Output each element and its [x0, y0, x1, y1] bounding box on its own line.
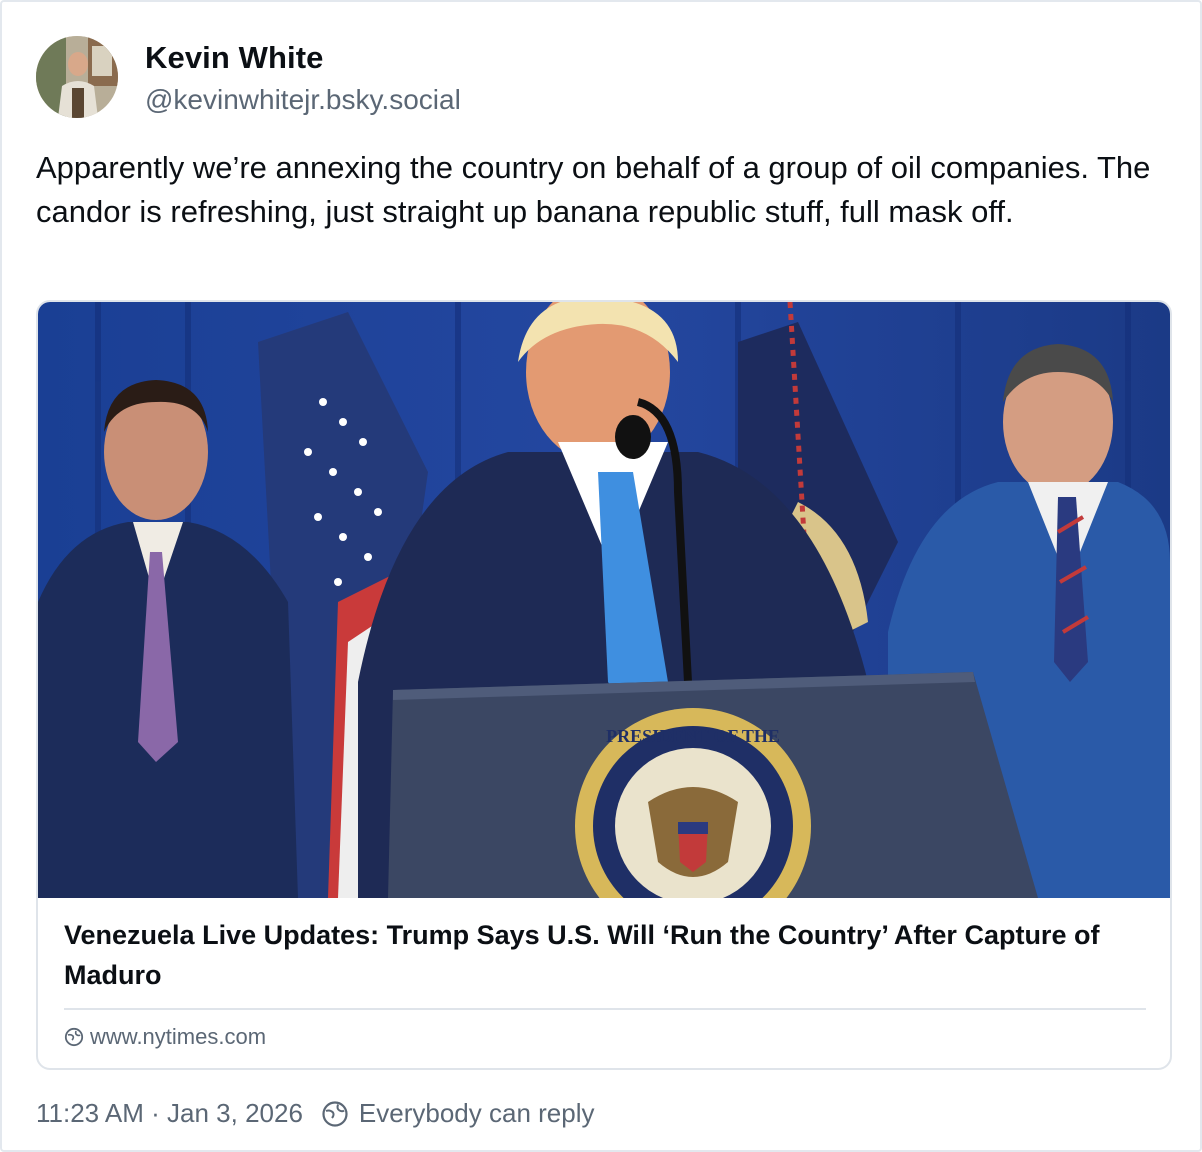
author-handle[interactable]: @kevinwhitejr.bsky.social: [145, 84, 461, 116]
reply-setting-label: Everybody can reply: [358, 1098, 595, 1128]
link-card-domain[interactable]: www.nytimes.com: [64, 1024, 266, 1050]
author-display-name[interactable]: Kevin White: [145, 40, 461, 76]
link-card-domain-text: www.nytimes.com: [90, 1024, 267, 1049]
link-card-image: PRESIDENT OF THE: [38, 302, 1170, 898]
author-names: Kevin White @kevinwhitejr.bsky.social: [145, 40, 461, 116]
link-card-title[interactable]: Venezuela Live Updates: Trump Says U.S. …: [64, 915, 1144, 995]
svg-text:PRESIDENT OF THE: PRESIDENT OF THE: [606, 726, 780, 746]
post-header: Kevin White @kevinwhitejr.bsky.social: [36, 36, 461, 118]
post-text: Apparently we’re annexing the country on…: [36, 150, 1151, 229]
link-card[interactable]: PRESIDENT OF THE Venezuela Live Updates:…: [36, 300, 1172, 1070]
globe-icon: [64, 1027, 84, 1047]
avatar-image: [36, 36, 118, 118]
globe-icon: [322, 1100, 348, 1127]
avatar[interactable]: [36, 36, 118, 118]
post-container: Kevin White @kevinwhitejr.bsky.social Ap…: [0, 0, 1202, 1152]
reply-setting[interactable]: Everybody can reply: [321, 1098, 595, 1129]
post-footer: 11:23 AM · Jan 3, 2026 Everybody can rep…: [36, 1098, 594, 1129]
post-timestamp[interactable]: 11:23 AM · Jan 3, 2026: [36, 1098, 303, 1129]
link-card-divider: [64, 1008, 1146, 1010]
